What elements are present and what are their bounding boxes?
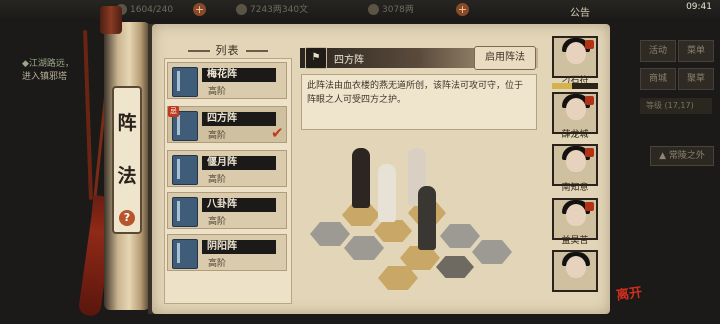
selected-check-icon: ✔ <box>271 124 284 142</box>
portrait-face <box>566 42 586 64</box>
formation-slot[interactable] <box>310 222 350 246</box>
formation-name: 八卦阵 <box>202 198 276 212</box>
book-icon <box>172 155 198 185</box>
party-portrait-5[interactable] <box>552 250 598 292</box>
hp-bar <box>552 83 598 89</box>
status-badge: 忌 <box>168 106 179 117</box>
title-char-2: 法 <box>117 165 137 187</box>
formation-item-2[interactable]: 忌 四方阵 高阶 <box>167 106 287 143</box>
ingot-icon <box>368 4 379 15</box>
formation-slot[interactable] <box>344 236 384 260</box>
help-button[interactable]: ? <box>119 210 135 226</box>
level-indicator: 等级 (17,17) <box>640 98 712 114</box>
formation-rank: 高阶 <box>208 217 227 227</box>
formation-name: 偃月阵 <box>202 156 276 170</box>
formation-rank: 高阶 <box>208 131 227 141</box>
quest-line-1: ◆江湖路远， <box>22 59 74 69</box>
formation-rank: 高阶 <box>208 87 227 97</box>
resource-money: 7243两340文 <box>236 3 308 18</box>
add-gold-button[interactable]: + <box>456 3 469 16</box>
book-icon <box>172 239 198 269</box>
rank-icon <box>585 40 594 49</box>
formation-rank: 高阶 <box>208 175 227 185</box>
list-title: 列表 <box>165 42 290 58</box>
rank-icon <box>585 148 594 157</box>
party-name-4: 益昊苦 <box>561 236 589 246</box>
menu-shop-button[interactable]: 商城 <box>640 68 676 90</box>
resource-stamina: 1604/240 <box>116 3 173 18</box>
formation-slot[interactable] <box>440 224 480 248</box>
hp-bar-fill <box>552 83 573 89</box>
resource-gold: 3078两 <box>368 3 414 18</box>
character-figure[interactable] <box>352 148 370 208</box>
scroll-cord <box>83 29 93 201</box>
clock: 09:41 <box>686 2 712 12</box>
right-menu: 活动 菜单 商城 聚草 <box>640 40 716 96</box>
formation-name: 阴阳阵 <box>202 240 276 254</box>
location-button[interactable]: ▲ 常陵之外 <box>650 146 714 166</box>
book-icon <box>172 197 198 227</box>
gold-value: 3078两 <box>382 5 414 15</box>
leave-button[interactable]: 离开 <box>615 281 643 303</box>
formation-name: 四方阵 <box>202 112 276 126</box>
book-icon <box>172 67 198 97</box>
party-portrait-1[interactable] <box>552 36 598 78</box>
menu-main-button[interactable]: 菜单 <box>678 40 714 62</box>
detail-name: 四方阵 <box>334 55 364 66</box>
rank-icon <box>585 202 594 211</box>
detail-rank: 高阶 <box>403 55 423 66</box>
character-figure[interactable] <box>418 186 436 250</box>
party-name-2: 薛龙城 <box>561 130 589 140</box>
stamina-value: 1604/240 <box>130 5 174 15</box>
formation-slot[interactable] <box>472 240 512 264</box>
money-value: 7243两340文 <box>250 5 309 15</box>
portrait-face <box>566 256 586 278</box>
quest-tracker[interactable]: ◆江湖路远， 进入镇邪塔 <box>22 58 74 84</box>
formation-item-4[interactable]: 八卦阵 高阶 <box>167 192 287 229</box>
formation-item-1[interactable]: 梅花阵 高阶 <box>167 62 287 99</box>
menu-herb-button[interactable]: 聚草 <box>678 68 714 90</box>
formation-name: 梅花阵 <box>202 68 276 82</box>
rank-icon <box>585 96 594 105</box>
portrait-face <box>566 150 586 172</box>
enable-formation-button[interactable]: 启用阵法 <box>474 46 536 70</box>
announcement-button[interactable]: 公告 <box>570 4 590 19</box>
formation-slot[interactable] <box>374 220 412 242</box>
formation-item-5[interactable]: 阴阳阵 高阶 <box>167 234 287 271</box>
quest-line-2: 进入镇邪塔 <box>22 72 68 82</box>
party-name-3: 南知意 <box>561 183 589 193</box>
formation-stage <box>296 136 542 306</box>
formation-slot[interactable] <box>436 256 474 278</box>
formation-rank: 高阶 <box>208 259 227 269</box>
character-figure[interactable] <box>378 164 396 222</box>
add-stamina-button[interactable]: + <box>193 3 206 16</box>
formation-description: 此阵法由血衣楼的燕无道所创，该阵法可攻可守，位于阵眼之人可受四方之护。 <box>301 74 537 130</box>
formation-item-3[interactable]: 偃月阵 高阶 <box>167 150 287 187</box>
menu-activity-button[interactable]: 活动 <box>640 40 676 62</box>
scroll-rod-cap <box>100 6 122 34</box>
portrait-face <box>566 204 586 226</box>
flag-icon: ⚑ <box>305 47 327 69</box>
portrait-face <box>566 98 586 120</box>
title-char-1: 阵 <box>117 112 137 134</box>
coin-icon <box>236 4 247 15</box>
